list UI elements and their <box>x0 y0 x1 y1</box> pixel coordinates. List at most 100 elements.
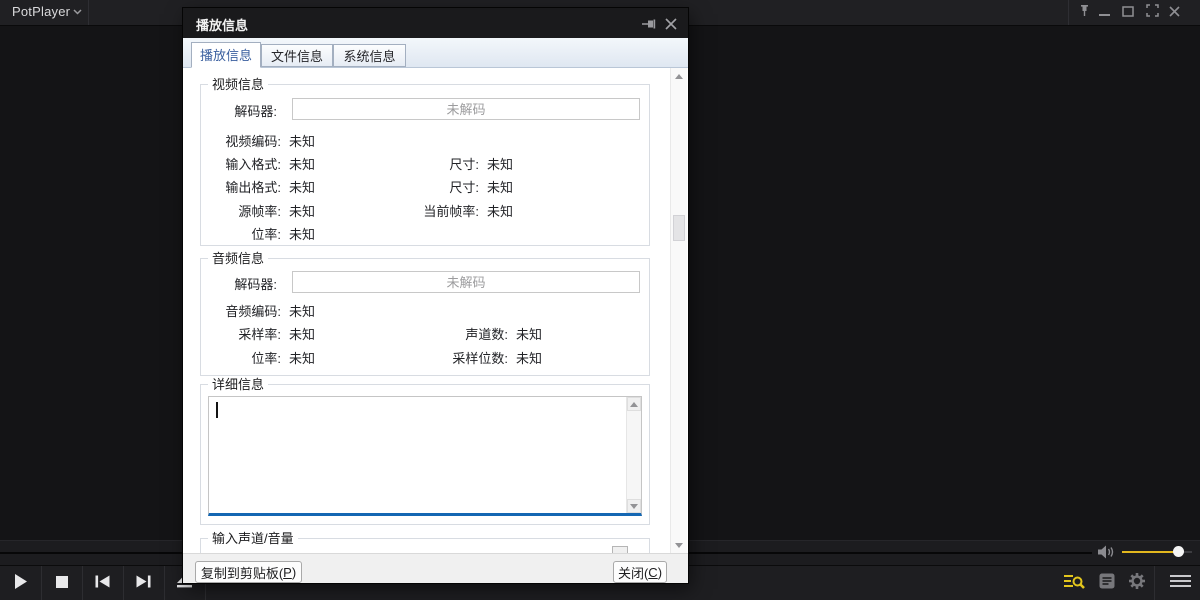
tab-label: 播放信息 <box>200 48 252 63</box>
copy-to-clipboard-button[interactable]: 复制到剪贴板(P) <box>195 561 302 583</box>
maximize-icon <box>1122 4 1134 22</box>
play-button[interactable] <box>0 566 41 600</box>
field-label: 采样位数: <box>413 348 508 367</box>
settings-button[interactable] <box>1122 566 1152 600</box>
field-value: 未知 <box>487 201 513 220</box>
scroll-up-button[interactable] <box>671 68 687 84</box>
tab-label: 文件信息 <box>271 49 323 64</box>
potplayer-window: PotPlayer <box>0 0 1200 600</box>
info-row: 采样率: 未知 声道数: 未知 <box>183 324 653 341</box>
arrow-down-icon <box>630 504 638 509</box>
control-divider <box>1154 566 1155 600</box>
detail-textarea[interactable] <box>208 396 642 516</box>
input-channels-group: 输入声道/音量 <box>200 538 650 553</box>
button-label: ) <box>658 565 662 580</box>
pin-on-top-button[interactable] <box>1073 0 1095 25</box>
close-icon[interactable] <box>665 17 677 35</box>
info-row: 输出格式: 未知 尺寸: 未知 <box>183 177 653 194</box>
field-label: 位率: <box>201 224 281 243</box>
field-label: 当前帧率: <box>413 201 479 220</box>
dialog-titlebar[interactable]: 播放信息 <box>183 8 688 38</box>
speaker-icon[interactable] <box>1098 545 1115 564</box>
pin-icon[interactable] <box>642 17 657 35</box>
minimize-button[interactable] <box>1093 0 1115 25</box>
tab-label: 系统信息 <box>343 49 395 64</box>
stop-button[interactable] <box>41 566 82 600</box>
playlist-icon <box>1099 573 1115 594</box>
arrow-up-icon <box>675 74 683 79</box>
field-label: 尺寸: <box>413 154 479 173</box>
field-value: 未知 <box>289 154 315 173</box>
dialog-scrollbar[interactable] <box>670 68 687 553</box>
text-caret <box>216 402 218 418</box>
scrollbar-thumb[interactable] <box>673 215 685 241</box>
scroll-down-button[interactable] <box>627 499 641 513</box>
arrow-down-icon <box>675 543 683 548</box>
field-label: 尺寸: <box>413 177 479 196</box>
field-value: 未知 <box>516 348 542 367</box>
main-menu-button[interactable] <box>1162 566 1198 600</box>
scroll-up-button[interactable] <box>627 397 641 411</box>
tab-file-info[interactable]: 文件信息 <box>261 44 333 67</box>
chevron-down-icon[interactable] <box>72 5 83 23</box>
close-window-button[interactable] <box>1163 0 1185 25</box>
dialog-content: 视频信息 解码器: 视频编码:未知 输入格式:未知 尺寸:未知 输出格式:未知 … <box>183 68 688 553</box>
next-button[interactable] <box>123 566 164 600</box>
field-label: 输出格式: <box>201 177 281 196</box>
info-row: 源帧率: 未知 当前帧率: 未知 <box>183 201 653 218</box>
previous-button[interactable] <box>82 566 123 600</box>
info-row: 输入格式:未知 尺寸:未知 <box>183 154 653 171</box>
arrow-up-icon <box>630 402 638 407</box>
playlist-search-icon <box>1064 573 1085 595</box>
field-value: 未知 <box>289 131 315 150</box>
field-label: 声道数: <box>413 324 508 343</box>
field-value: 未知 <box>487 177 513 196</box>
field-value: 未知 <box>289 201 315 220</box>
group-title: 音频信息 <box>208 251 268 266</box>
button-label: 关闭( <box>618 563 648 582</box>
pin-icon <box>1078 4 1091 22</box>
field-value: 未知 <box>289 224 315 243</box>
next-icon <box>136 575 151 593</box>
playlist-button[interactable] <box>1092 566 1122 600</box>
titlebar-divider <box>1068 0 1069 25</box>
field-value: 未知 <box>289 348 315 367</box>
field-value: 未知 <box>289 301 315 320</box>
tab-system-info[interactable]: 系统信息 <box>333 44 406 67</box>
audio-decoder-field[interactable] <box>292 271 640 293</box>
app-title: PotPlayer <box>12 4 70 19</box>
button-label: 复制到剪贴板( <box>201 563 283 582</box>
scroll-down-button[interactable] <box>671 537 687 553</box>
field-label: 源帧率: <box>201 201 281 220</box>
video-decoder-field[interactable] <box>292 98 640 120</box>
field-value: 未知 <box>516 324 542 343</box>
group-title: 视频信息 <box>208 77 268 92</box>
menu-icon <box>1170 574 1191 593</box>
fullscreen-icon <box>1146 4 1159 22</box>
titlebar-divider <box>88 0 89 25</box>
decoder-label: 解码器: <box>201 101 277 120</box>
field-label: 音频编码: <box>201 301 281 320</box>
detail-scrollbar[interactable] <box>626 397 641 513</box>
group-title: 详细信息 <box>208 377 268 392</box>
decoder-label: 解码器: <box>201 274 277 293</box>
dialog-title: 播放信息 <box>196 15 248 34</box>
app-menu-button[interactable]: PotPlayer <box>12 4 70 19</box>
group-title: 输入声道/音量 <box>208 531 298 546</box>
stop-icon <box>56 575 68 593</box>
field-value: 未知 <box>289 324 315 343</box>
close-icon <box>1169 4 1180 22</box>
field-value: 未知 <box>289 177 315 196</box>
previous-icon <box>95 575 110 593</box>
volume-slider-knob[interactable] <box>1173 546 1184 557</box>
playback-info-dialog: 播放信息 播放信息 文件信息 系统信息 视频信息 解码器: <box>183 8 688 583</box>
button-label: ) <box>292 565 296 580</box>
close-button[interactable]: 关闭(C) <box>613 561 667 583</box>
maximize-button[interactable] <box>1117 0 1139 25</box>
fullscreen-button[interactable] <box>1141 0 1163 25</box>
volume-slider-fill <box>1122 551 1178 553</box>
clipped-control <box>612 546 628 553</box>
tab-playback-info[interactable]: 播放信息 <box>191 42 261 68</box>
field-label: 采样率: <box>201 324 281 343</box>
playlist-search-button[interactable] <box>1058 566 1090 600</box>
